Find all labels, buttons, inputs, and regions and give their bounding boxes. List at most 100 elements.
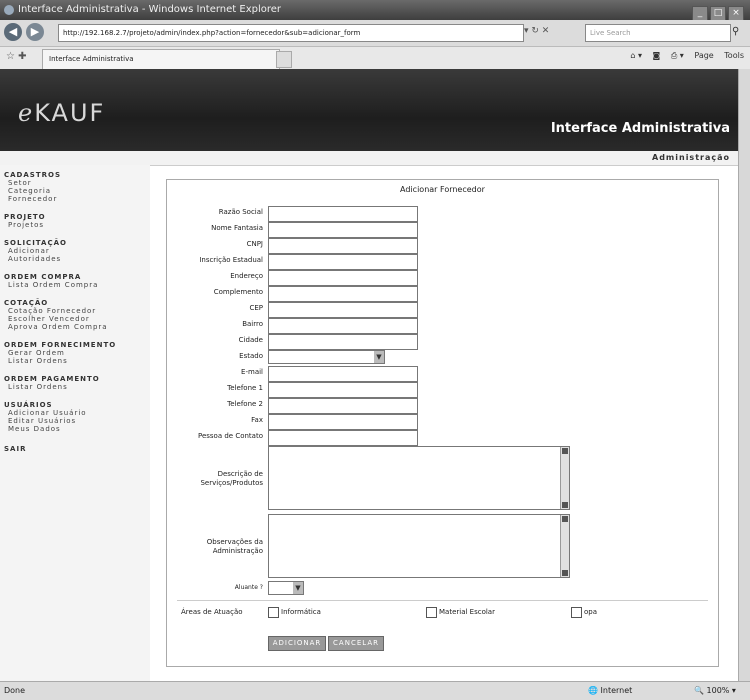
menu-head-ordem-fornecimento[interactable]: ORDEM FORNECIMENTO bbox=[4, 341, 150, 349]
area-checkbox-opa[interactable] bbox=[571, 607, 582, 618]
estado-label: Estado bbox=[239, 352, 263, 360]
area-checkbox-informatica[interactable] bbox=[268, 607, 279, 618]
add-button[interactable]: ADICIONAR bbox=[268, 636, 326, 651]
favorites-star-icon[interactable]: ☆ ✚ bbox=[6, 51, 27, 62]
cnpj-label: CNPJ bbox=[246, 240, 263, 248]
menu-item-projetos[interactable]: Projetos bbox=[4, 221, 150, 229]
observacoes-label: Observações da Administração bbox=[206, 538, 263, 555]
area-label-informatica: Informática bbox=[281, 608, 321, 616]
refresh-stop-icons[interactable]: ▾ ↻ ✕ bbox=[524, 26, 549, 36]
search-input[interactable]: Live Search bbox=[585, 24, 731, 42]
menu-item-adicionar[interactable]: Adicionar bbox=[4, 247, 150, 255]
descricao-textarea[interactable] bbox=[268, 446, 570, 510]
menu-item-categoria[interactable]: Categoria bbox=[4, 187, 150, 195]
ie-logo-icon bbox=[4, 5, 14, 15]
address-input[interactable]: http://192.168.2.7/projeto/admin/index.p… bbox=[58, 24, 524, 42]
menu-item-editar-usuarios[interactable]: Editar Usuários bbox=[4, 417, 150, 425]
search-icon[interactable]: ⚲ bbox=[732, 26, 739, 37]
email-label: E-mail bbox=[241, 368, 263, 376]
textarea-scrollbar[interactable] bbox=[560, 515, 569, 577]
close-button[interactable]: × bbox=[728, 6, 744, 21]
pessoa-contato-input[interactable] bbox=[268, 430, 418, 446]
menu-group: COTAÇÃO Cotação Fornecedor Escolher Venc… bbox=[0, 299, 150, 331]
endereco-input[interactable] bbox=[268, 270, 418, 286]
menu-group: ORDEM PAGAMENTO Listar Ordens bbox=[0, 375, 150, 391]
textarea-scrollbar[interactable] bbox=[560, 447, 569, 509]
zone-indicator: 🌐 Internet bbox=[588, 682, 632, 700]
maximize-button[interactable]: □ bbox=[710, 6, 726, 21]
menu-head-sair[interactable]: SAIR bbox=[4, 445, 150, 453]
page-menu[interactable]: Page bbox=[694, 51, 713, 60]
chevron-down-icon[interactable]: ▼ bbox=[374, 351, 384, 363]
banner-title: Interface Administrativa bbox=[550, 121, 730, 136]
new-tab-button[interactable] bbox=[276, 51, 292, 68]
complemento-label: Complemento bbox=[213, 288, 263, 296]
endereco-label: Endereço bbox=[230, 272, 263, 280]
menu-group: ORDEM COMPRA Lista Ordem Compra bbox=[0, 273, 150, 289]
menu-item-autoridades[interactable]: Autoridades bbox=[4, 255, 150, 263]
menu-item-cotacao-fornecedor[interactable]: Cotação Fornecedor bbox=[4, 307, 150, 315]
section-label: Administração bbox=[652, 153, 730, 162]
globe-icon: 🌐 bbox=[588, 686, 598, 695]
fax-input[interactable] bbox=[268, 414, 418, 430]
area-label-opa: opa bbox=[584, 608, 598, 616]
observacoes-textarea[interactable] bbox=[268, 514, 570, 578]
menu-group: ORDEM FORNECIMENTO Gerar Ordem Listar Or… bbox=[0, 341, 150, 365]
cancel-button[interactable]: CANCELAR bbox=[328, 636, 384, 651]
page-scrollbar[interactable] bbox=[738, 69, 750, 681]
menu-head-ordem-compra[interactable]: ORDEM COMPRA bbox=[4, 273, 150, 281]
telefone1-input[interactable] bbox=[268, 382, 418, 398]
zoom-control[interactable]: 🔍 100% ▾ bbox=[694, 682, 736, 700]
bairro-input[interactable] bbox=[268, 318, 418, 334]
favorites-bar: ☆ ✚ Interface Administrativa ⌂ ▾ ◙ ⎙ ▾ P… bbox=[0, 47, 750, 70]
back-arrow-icon[interactable]: ◀ bbox=[4, 23, 22, 41]
menu-item-escolher-vencedor[interactable]: Escolher Vencedor bbox=[4, 315, 150, 323]
menu-item-aprova-ordem-compra[interactable]: Aprova Ordem Compra bbox=[4, 323, 150, 331]
home-icon[interactable]: ⌂ ▾ bbox=[630, 51, 642, 60]
feeds-icon[interactable]: ◙ bbox=[653, 51, 661, 60]
area-checkbox-material-escolar[interactable] bbox=[426, 607, 437, 618]
tab-title: Interface Administrativa bbox=[49, 55, 134, 63]
divider bbox=[177, 600, 708, 601]
print-icon[interactable]: ⎙ ▾ bbox=[671, 51, 684, 60]
forward-arrow-icon[interactable]: ▶ bbox=[26, 23, 44, 41]
menu-item-meus-dados[interactable]: Meus Dados bbox=[4, 425, 150, 433]
menu-item-adicionar-usuario[interactable]: Adicionar Usuário bbox=[4, 409, 150, 417]
menu-head-ordem-pagamento[interactable]: ORDEM PAGAMENTO bbox=[4, 375, 150, 383]
cidade-input[interactable] bbox=[268, 334, 418, 350]
nome-fantasia-input[interactable] bbox=[268, 222, 418, 238]
command-bar: ⌂ ▾ ◙ ⎙ ▾ Page Tools bbox=[622, 51, 744, 61]
razao-social-input[interactable] bbox=[268, 206, 418, 222]
cep-input[interactable] bbox=[268, 302, 418, 318]
menu-item-gerar-ordem[interactable]: Gerar Ordem bbox=[4, 349, 150, 357]
chevron-down-icon[interactable]: ▼ bbox=[293, 582, 303, 594]
inscricao-estadual-input[interactable] bbox=[268, 254, 418, 270]
menu-item-listar-ordens-pagamento[interactable]: Listar Ordens bbox=[4, 383, 150, 391]
menu-head-projeto[interactable]: PROJETO bbox=[4, 213, 150, 221]
cnpj-input[interactable] bbox=[268, 238, 418, 254]
minimize-button[interactable]: _ bbox=[692, 6, 708, 21]
menu-item-fornecedor[interactable]: Fornecedor bbox=[4, 195, 150, 203]
bairro-label: Bairro bbox=[242, 320, 263, 328]
menu-item-listar-ordens[interactable]: Listar Ordens bbox=[4, 357, 150, 365]
menu-head-cadastros[interactable]: CADASTROS bbox=[4, 171, 150, 179]
complemento-input[interactable] bbox=[268, 286, 418, 302]
menu-head-cotacao[interactable]: COTAÇÃO bbox=[4, 299, 150, 307]
menu-item-setor[interactable]: Setor bbox=[4, 179, 150, 187]
telefone2-input[interactable] bbox=[268, 398, 418, 414]
section-bar: Administração bbox=[0, 151, 738, 166]
site-logo: eKAUF bbox=[18, 99, 106, 127]
tools-menu[interactable]: Tools bbox=[724, 51, 744, 60]
email-input[interactable] bbox=[268, 366, 418, 382]
estado-select[interactable]: ▼ bbox=[268, 350, 385, 364]
telefone1-label: Telefone 1 bbox=[227, 384, 263, 392]
ativo-select[interactable]: ▼ bbox=[268, 581, 304, 595]
area-label-material-escolar: Material Escolar bbox=[439, 608, 495, 616]
ativo-label: Aluante ? bbox=[234, 584, 263, 591]
page-content: eKAUF Interface Administrativa Administr… bbox=[0, 69, 738, 681]
menu-head-usuarios[interactable]: USUÁRIOS bbox=[4, 401, 150, 409]
menu-head-solicitacao[interactable]: SOLICITAÇÃO bbox=[4, 239, 150, 247]
browser-tab[interactable]: Interface Administrativa bbox=[42, 49, 280, 69]
menu-item-lista-ordem-compra[interactable]: Lista Ordem Compra bbox=[4, 281, 150, 289]
form-title: Adicionar Fornecedor bbox=[400, 185, 485, 194]
